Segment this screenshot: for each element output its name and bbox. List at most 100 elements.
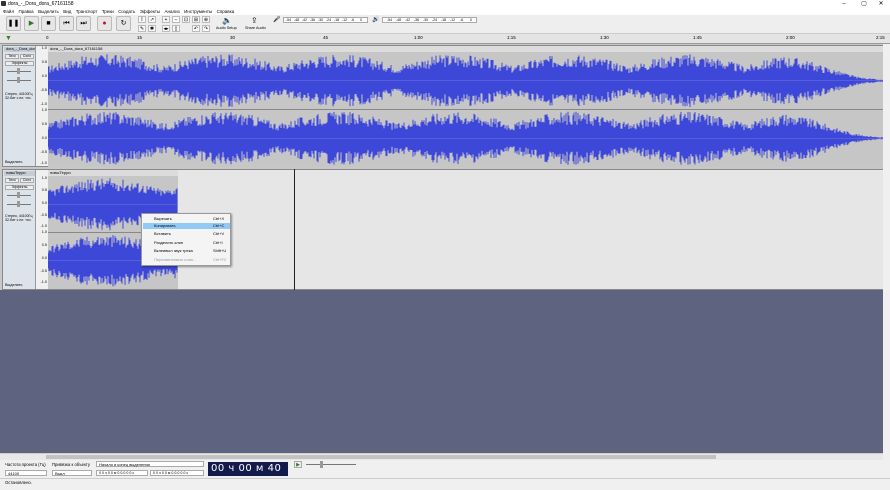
track-name-button[interactable]: новыТерри xyxy=(4,171,35,176)
scale-label: -0.5 xyxy=(40,88,47,92)
minimize-button[interactable]: – xyxy=(835,0,853,8)
snap-select[interactable]: Выкл xyxy=(52,470,92,476)
menu-item-join-track[interactable]: Вклеивыл звук трека Shift+U xyxy=(143,248,230,254)
play-at-speed-button[interactable]: ▶ xyxy=(294,461,302,468)
menu-analyze[interactable]: Анализ xyxy=(165,8,180,15)
selection-end-field[interactable]: 0 0 ч 0 0 м 0 0.0 0 0 с xyxy=(150,470,204,476)
audio-position-display[interactable]: 00 ч 00 м 40 с xyxy=(208,462,288,488)
menu-tools[interactable]: Инструменты xyxy=(184,8,212,15)
track-name-button[interactable]: dora_-_Dora_dora_67161158 xyxy=(4,47,35,52)
tracks-area[interactable]: dora_-_Dora_dora_67161158 Тихо Соло Эффе… xyxy=(0,44,884,290)
cursor-line xyxy=(294,169,295,290)
play-icon: ▶ xyxy=(28,20,35,27)
menu-item-split-clip[interactable]: Разделить клип Ctrl+I xyxy=(143,240,230,246)
silence-button[interactable]: ▯ xyxy=(172,25,180,32)
menu-item-label: Переименовать клип... xyxy=(154,257,197,262)
scale-label: -1.0 xyxy=(40,280,47,284)
menu-item-label: Вставить xyxy=(154,231,171,236)
zoom-out-button[interactable]: − xyxy=(172,16,180,23)
pause-button[interactable]: ❚❚ xyxy=(6,16,21,31)
playback-meter[interactable]: -54 -48 -42 -36 -30 -24 -18 -12 -6 0 xyxy=(382,17,477,23)
play-button[interactable]: ▶ xyxy=(24,16,39,31)
record-meter[interactable]: -54 -48 -42 -36 -30 -24 -18 -12 -6 0 xyxy=(283,17,368,23)
menu-item-cut[interactable]: Вырезать Ctrl+X xyxy=(143,216,230,222)
scale-label: -0.5 xyxy=(40,269,47,273)
trim-button[interactable]: ◂▸ xyxy=(162,25,170,32)
menu-item-label: Разделить клип xyxy=(154,240,184,245)
waveform-track-1[interactable] xyxy=(48,52,884,167)
pencil-icon: ✎ xyxy=(139,26,145,32)
multi-tool[interactable]: ✱ xyxy=(148,25,156,32)
gain-slider-thumb[interactable] xyxy=(17,192,20,198)
project-rate-select[interactable]: 44100 xyxy=(5,470,47,476)
zoom-toggle-button[interactable]: ⊕ xyxy=(202,16,210,23)
menu-item-rename-clip[interactable]: Переименовать клип... Ctrl+F2 xyxy=(143,257,230,263)
menu-view[interactable]: Вид xyxy=(63,8,71,15)
audio-track-1[interactable]: dora_-_Dora_dora_67161158 Тихо Соло Эффе… xyxy=(2,45,884,167)
select-track-button[interactable]: Выделить xyxy=(5,283,23,287)
audio-track-2[interactable]: новыТерри Тихо Соло Эффекты Стерео, 4410… xyxy=(2,169,884,290)
fit-project-button[interactable]: ⊞ xyxy=(192,16,200,23)
undo-button[interactable]: ↶ xyxy=(192,25,200,32)
skip-start-button[interactable]: ⏮ xyxy=(59,16,74,31)
mute-button[interactable]: Тихо xyxy=(5,178,19,183)
menu-help[interactable]: Справка xyxy=(217,8,235,15)
menu-item-paste[interactable]: Вставить Ctrl+V xyxy=(143,231,230,237)
timeline-ruler[interactable]: ▼ 0 15 30 45 1:00 1:15 1:30 1:45 2:00 2:… xyxy=(0,34,890,44)
effects-button[interactable]: Эффекты xyxy=(5,185,34,190)
record-button[interactable]: ● xyxy=(97,16,112,31)
menu-edit[interactable]: Правка xyxy=(18,8,33,15)
horizontal-scrollbar-thumb[interactable] xyxy=(46,455,716,459)
fit-selection-button[interactable]: ⊡ xyxy=(182,16,190,23)
redo-button[interactable]: ↷ xyxy=(202,25,210,32)
pan-slider-thumb[interactable] xyxy=(17,77,20,83)
menu-item-shortcut: Ctrl+C xyxy=(213,223,225,228)
empty-track-region[interactable] xyxy=(178,170,884,289)
menu-select[interactable]: Выделить xyxy=(38,8,59,15)
select-track-button[interactable]: Выделить xyxy=(5,160,23,164)
menu-item-copy[interactable]: Копировать Ctrl+C xyxy=(143,223,230,229)
solo-button[interactable]: Соло xyxy=(20,178,34,183)
playback-speed-slider[interactable] xyxy=(306,464,356,465)
loop-button[interactable]: ↻ xyxy=(116,16,131,31)
meter-tick: -48 xyxy=(294,18,300,22)
timeline-tick: 1:15 xyxy=(507,35,516,40)
share-audio-button[interactable]: Share Audio xyxy=(245,26,266,30)
mute-button[interactable]: Тихо xyxy=(5,54,19,59)
audio-setup-button[interactable]: Audio Setup xyxy=(216,26,237,30)
app-icon xyxy=(1,1,6,6)
menu-tracks[interactable]: Треки xyxy=(102,8,114,15)
solo-button[interactable]: Соло xyxy=(20,54,34,59)
stop-button[interactable]: ■ xyxy=(41,16,56,31)
effects-button[interactable]: Эффекты xyxy=(5,61,34,66)
meter-tick: -18 xyxy=(441,18,447,22)
timeline-tick: 30 xyxy=(230,35,236,40)
playback-speed-thumb[interactable] xyxy=(320,461,323,468)
zoom-in-button[interactable]: + xyxy=(162,16,170,23)
menu-generate[interactable]: Создать xyxy=(118,8,135,15)
timeline-tick: 45 xyxy=(323,35,329,40)
horizontal-scrollbar[interactable] xyxy=(0,453,883,460)
project-rate-label: Частота проекта (Гц) xyxy=(5,462,46,467)
menu-transport[interactable]: Транспорт xyxy=(76,8,98,15)
maximize-button[interactable]: ▢ xyxy=(855,0,873,8)
envelope-tool[interactable]: ↗ xyxy=(148,16,156,23)
menu-effects[interactable]: Эффекты xyxy=(140,8,160,15)
selection-mode-select[interactable]: Начало и конец выделения xyxy=(96,461,204,467)
cursor-icon: I xyxy=(141,17,143,23)
scale-label: 0.0 xyxy=(41,74,47,78)
empty-track-area[interactable] xyxy=(0,290,883,453)
selection-tool[interactable]: I xyxy=(138,16,146,23)
meter-tick: -42 xyxy=(302,18,308,22)
scale-label: 0.0 xyxy=(41,136,47,140)
speaker-icon[interactable]: 🔈 xyxy=(222,16,232,25)
selection-start-field[interactable]: 0 0 ч 0 0 м 0 0.0 0 0 с xyxy=(96,470,148,476)
draw-tool[interactable]: ✎ xyxy=(138,25,146,32)
share-icon[interactable]: ⇪ xyxy=(251,16,258,25)
gain-slider-thumb[interactable] xyxy=(17,68,20,74)
skip-end-button[interactable]: ⏭ xyxy=(76,16,91,31)
vertical-scrollbar[interactable] xyxy=(883,44,890,453)
pan-slider-thumb[interactable] xyxy=(17,201,20,207)
close-button[interactable]: ✕ xyxy=(872,0,890,8)
menu-file[interactable]: Файл xyxy=(3,8,14,15)
